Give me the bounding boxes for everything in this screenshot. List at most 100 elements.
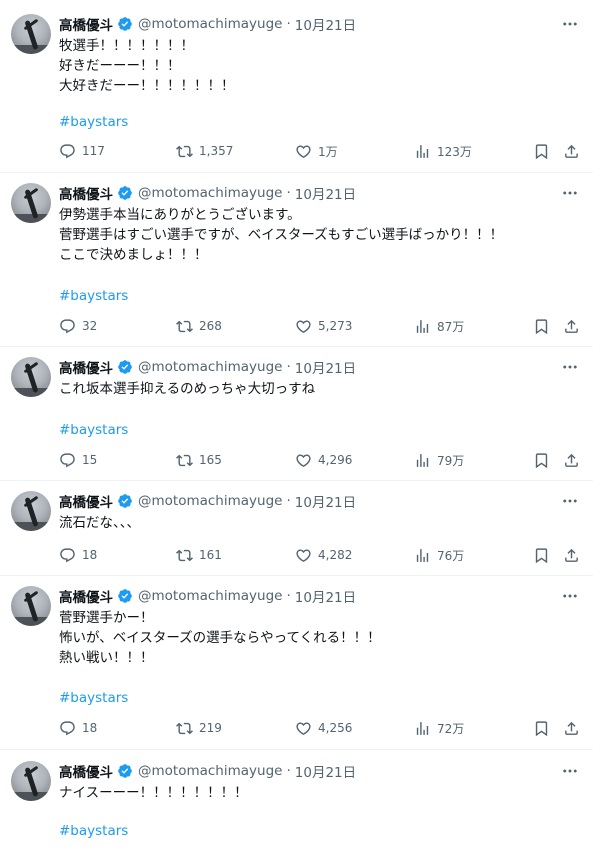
views-button[interactable]: 72万 <box>414 718 464 738</box>
tweet[interactable]: 高橋優斗 @motomachimayuge · 10月21日 これ坂本選手抑えるのめっち… <box>0 347 593 481</box>
author-handle[interactable]: @motomachimayuge <box>138 185 282 201</box>
retweet-button[interactable]: 268 <box>176 316 222 336</box>
reply-button[interactable]: 15 <box>59 450 97 470</box>
share-icon <box>563 318 580 335</box>
share-button[interactable] <box>563 450 580 470</box>
reply-icon <box>59 720 82 737</box>
author-name[interactable]: 高橋優斗 <box>59 183 113 203</box>
bookmark-button[interactable] <box>533 545 550 565</box>
share-icon <box>563 547 580 564</box>
retweet-button[interactable]: 1,357 <box>176 141 233 161</box>
tweet-date[interactable]: 10月21日 <box>295 586 356 606</box>
like-button[interactable]: 1万 <box>295 141 338 161</box>
reply-button[interactable]: 32 <box>59 316 97 336</box>
author-name[interactable]: 高橋優斗 <box>59 491 113 511</box>
author-handle[interactable]: @motomachimayuge <box>138 588 282 604</box>
tweet-date[interactable]: 10月21日 <box>295 14 356 34</box>
share-button[interactable] <box>563 718 580 738</box>
like-button[interactable]: 4,296 <box>295 450 352 470</box>
tweet-text-line: 菅野選手はすごい選手ですが、ベイスターズもすごい選手ばっかり！！！ <box>59 227 504 243</box>
like-button[interactable]: 4,256 <box>295 718 352 738</box>
author-handle[interactable]: @motomachimayuge <box>138 16 282 32</box>
more-options-icon[interactable] <box>561 492 579 510</box>
share-button[interactable] <box>563 141 580 161</box>
author-handle[interactable]: @motomachimayuge <box>138 763 282 779</box>
tweet-text: 牧選手！！！！！！！ 好きだーーー！！！ 大好きだーー！！！！！！！ <box>59 36 235 96</box>
more-options-icon[interactable] <box>561 587 579 605</box>
avatar[interactable] <box>11 761 51 801</box>
tweet[interactable]: 高橋優斗 @motomachimayuge · 10月21日 ナイスーーー！！！！！！！… <box>0 750 593 851</box>
views-button[interactable]: 76万 <box>414 545 464 565</box>
separator-dot: · <box>286 359 291 375</box>
verified-badge-icon <box>117 493 133 509</box>
more-options-icon[interactable] <box>561 358 579 376</box>
hashtag-link[interactable]: #baystars <box>59 821 128 841</box>
reply-icon <box>59 547 82 564</box>
tweet-text-line: 流石だな、、、 <box>59 515 140 531</box>
tweet-text-line: 熱い戦い！！！ <box>59 650 154 666</box>
tweet[interactable]: 高橋優斗 @motomachimayuge · 10月21日流石だな、、、 18 161 4… <box>0 481 593 576</box>
tweet-date[interactable]: 10月21日 <box>295 491 356 511</box>
more-options-icon[interactable] <box>561 762 579 780</box>
retweet-icon <box>176 720 199 737</box>
like-button[interactable]: 4,282 <box>295 545 352 565</box>
author-handle[interactable]: @motomachimayuge <box>138 493 282 509</box>
author-name[interactable]: 高橋優斗 <box>59 761 113 781</box>
tweet-date[interactable]: 10月21日 <box>295 357 356 377</box>
views-chart-icon <box>414 143 437 160</box>
hashtag-link[interactable]: #baystars <box>59 688 128 708</box>
tweet-header: 高橋優斗 @motomachimayuge · 10月21日 <box>59 14 356 34</box>
avatar[interactable] <box>11 586 51 626</box>
views-button[interactable]: 79万 <box>414 450 464 470</box>
retweet-button[interactable]: 161 <box>176 545 222 565</box>
like-button[interactable]: 5,273 <box>295 316 352 336</box>
heart-icon <box>295 143 318 160</box>
tweet-date[interactable]: 10月21日 <box>295 761 356 781</box>
author-name[interactable]: 高橋優斗 <box>59 14 113 34</box>
hashtag-link[interactable]: #baystars <box>59 286 128 306</box>
avatar[interactable] <box>11 357 51 397</box>
share-button[interactable] <box>563 545 580 565</box>
avatar[interactable] <box>11 491 51 531</box>
author-handle[interactable]: @motomachimayuge <box>138 359 282 375</box>
avatar[interactable] <box>11 14 51 54</box>
tweet-date[interactable]: 10月21日 <box>295 183 356 203</box>
retweet-icon <box>176 318 199 335</box>
action-bar: 32 268 5,273 87万 <box>59 316 593 336</box>
bookmark-button[interactable] <box>533 141 550 161</box>
bookmark-button[interactable] <box>533 718 550 738</box>
replies-count: 18 <box>82 721 98 735</box>
author-name[interactable]: 高橋優斗 <box>59 357 113 377</box>
reply-button[interactable]: 18 <box>59 545 97 565</box>
hashtag-link[interactable]: #baystars <box>59 420 128 440</box>
tweet[interactable]: 高橋優斗 @motomachimayuge · 10月21日牧選手！！！！！！！ 好きだ… <box>0 0 593 173</box>
avatar[interactable] <box>11 183 51 223</box>
more-options-icon[interactable] <box>561 184 579 202</box>
tweet-text-line: ナイスーーー！！！！！！！！ <box>59 785 248 801</box>
tweet[interactable]: 高橋優斗 @motomachimayuge · 10月21日 菅野選手かー！ 怖いが、ベイ… <box>0 576 593 750</box>
likes-count: 5,273 <box>318 319 353 333</box>
bookmark-icon <box>533 547 550 564</box>
retweet-button[interactable]: 219 <box>176 718 222 738</box>
views-button[interactable]: 123万 <box>414 141 472 161</box>
more-options-icon[interactable] <box>561 15 579 33</box>
views-chart-icon <box>414 720 437 737</box>
views-count: 87万 <box>437 319 465 334</box>
reply-button[interactable]: 18 <box>59 718 97 738</box>
replies-count: 18 <box>82 548 98 562</box>
views-button[interactable]: 87万 <box>414 316 464 336</box>
separator-dot: · <box>286 16 291 32</box>
likes-count: 4,296 <box>318 453 353 467</box>
author-name[interactable]: 高橋優斗 <box>59 586 113 606</box>
retweet-button[interactable]: 165 <box>176 450 222 470</box>
separator-dot: · <box>286 493 291 509</box>
hashtag-link[interactable]: #baystars <box>59 112 128 132</box>
tweet[interactable]: 高橋優斗 @motomachimayuge · 10月21日 伊勢選手本当にありがとうご… <box>0 173 593 347</box>
share-button[interactable] <box>563 316 580 336</box>
reply-button[interactable]: 117 <box>59 141 105 161</box>
bookmark-button[interactable] <box>533 450 550 470</box>
likes-count: 4,256 <box>318 721 353 735</box>
bookmark-button[interactable] <box>533 316 550 336</box>
bookmark-icon <box>533 143 550 160</box>
heart-icon <box>295 318 318 335</box>
